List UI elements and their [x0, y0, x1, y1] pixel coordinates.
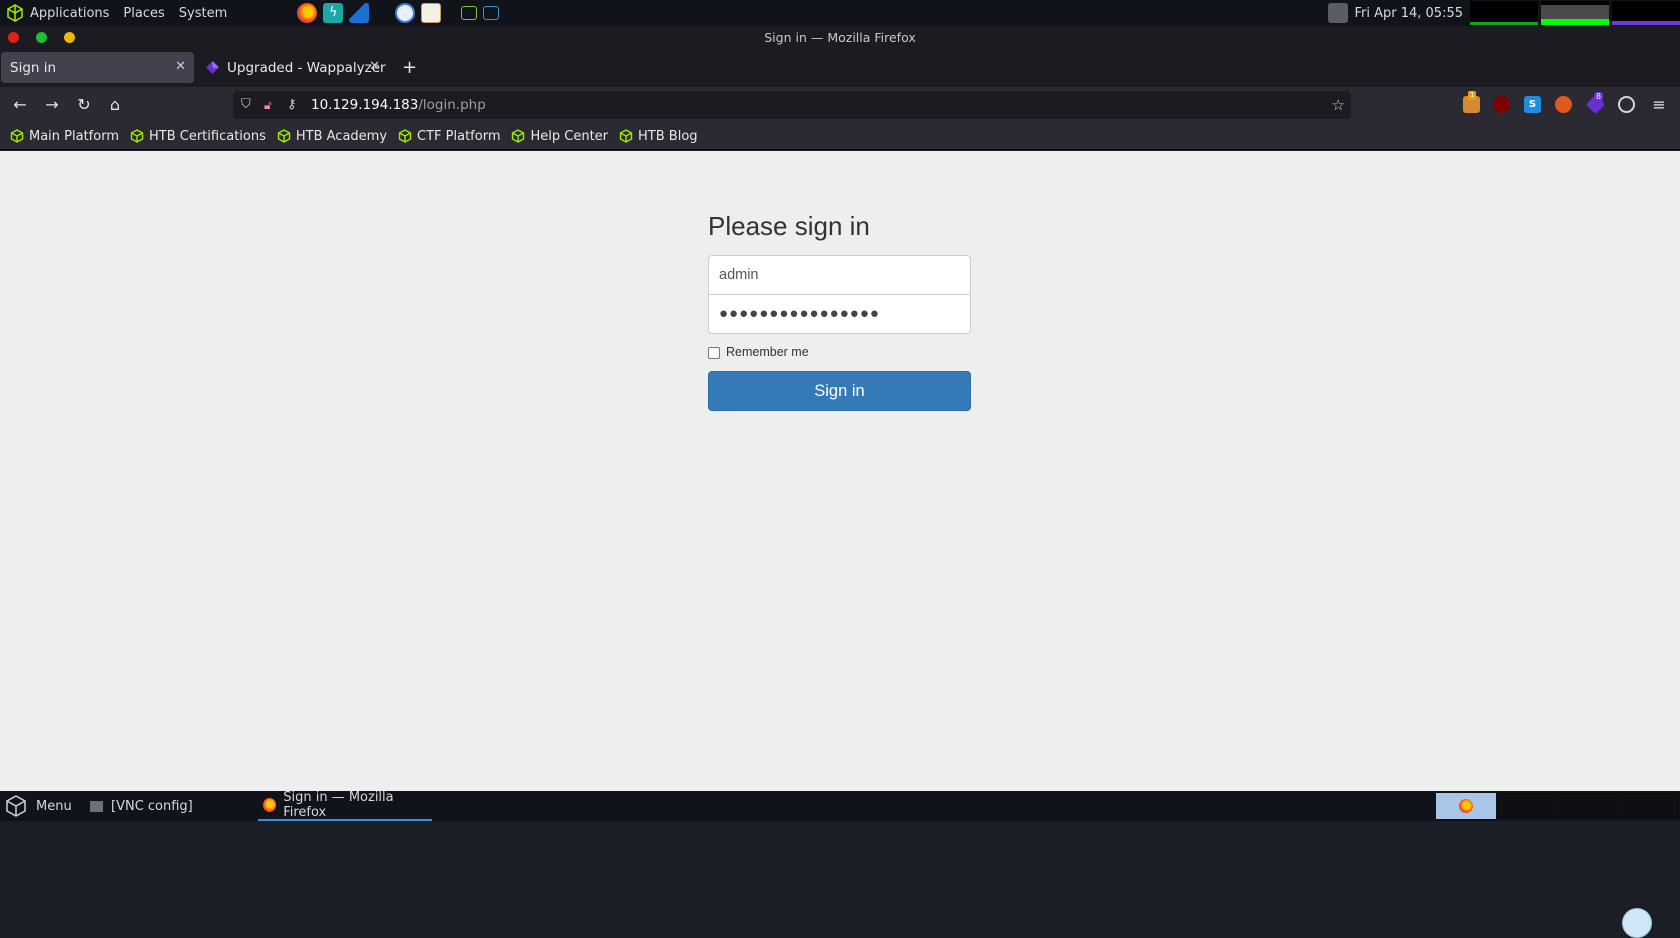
- url-host: 10.129.194.183: [311, 97, 419, 113]
- hackbar-extension-icon[interactable]: [1555, 96, 1572, 113]
- forward-button[interactable]: →: [40, 93, 64, 117]
- bookmark-label: HTB Academy: [295, 128, 388, 144]
- url-path: /login.php: [418, 97, 486, 113]
- powershell-terminal-icon[interactable]: [483, 6, 500, 20]
- workspace-2[interactable]: [1497, 793, 1557, 819]
- bookmark-label: Help Center: [530, 128, 609, 144]
- insecure-lock-icon[interactable]: 🔓︎: [264, 91, 272, 119]
- top-panel: Applications Places System ϟ Fri Apr 14,…: [0, 0, 1680, 26]
- cpu-graph: [1470, 1, 1538, 25]
- bookmark-ctf-platform[interactable]: CTF Platform: [398, 129, 500, 144]
- firefox-icon[interactable]: [297, 3, 318, 23]
- maximize-window-button[interactable]: [36, 32, 47, 43]
- task-firefox[interactable]: Sign in — Mozilla Firefox: [258, 790, 432, 821]
- wireshark-icon[interactable]: [349, 3, 370, 23]
- menu-button[interactable]: Menu: [4, 791, 72, 821]
- bottom-taskbar: Menu [VNC config] Sign in — Mozilla Fire…: [0, 790, 1680, 821]
- tab-bar: Sign in ✕ Upgraded - Wappalyzer ✕ +: [0, 49, 1680, 87]
- applications-cube-icon[interactable]: [6, 4, 24, 22]
- page-content: Please sign in admin ●●●●●●●●●●●●●●●● Re…: [0, 151, 1680, 938]
- bookmark-label: CTF Platform: [417, 128, 501, 144]
- new-tab-button[interactable]: +: [402, 57, 417, 78]
- network-graph: [1612, 1, 1680, 25]
- task-vnc-config[interactable]: [VNC config]: [90, 791, 193, 821]
- clipboard-icon[interactable]: [1622, 908, 1652, 938]
- htb-cube-icon: [10, 129, 24, 143]
- back-button[interactable]: ←: [8, 93, 32, 117]
- tab-label: Sign in: [10, 59, 57, 76]
- page-title: Please sign in: [708, 211, 870, 241]
- home-button[interactable]: ⌂: [103, 93, 127, 117]
- close-tab-icon[interactable]: ✕: [369, 59, 380, 74]
- burpsuite-icon[interactable]: ϟ: [323, 3, 344, 23]
- text-editor-icon[interactable]: [421, 3, 442, 23]
- menu-label: Menu: [36, 798, 72, 814]
- bookmark-help-center[interactable]: Help Center: [511, 129, 608, 144]
- network-icon[interactable]: [1328, 3, 1349, 23]
- menu-applications[interactable]: Applications: [30, 6, 109, 21]
- task-label: Sign in — Mozilla Firefox: [283, 790, 394, 820]
- workspace-3[interactable]: [1558, 793, 1618, 819]
- bookmark-label: HTB Certifications: [149, 128, 266, 144]
- bookmark-main-platform[interactable]: Main Platform: [10, 129, 119, 144]
- key-icon[interactable]: ⚷: [287, 91, 297, 119]
- window-titlebar: Sign in — Mozilla Firefox: [0, 26, 1680, 49]
- menu-cube-icon: [6, 795, 26, 817]
- reload-button[interactable]: ↻: [72, 93, 96, 117]
- remember-me-label[interactable]: Remember me: [726, 345, 809, 359]
- bookmarks-toolbar: Main Platform HTB Certifications HTB Aca…: [0, 123, 1680, 150]
- bookmark-label: Main Platform: [29, 128, 119, 144]
- tab-label: Upgraded - Wappalyzer: [227, 59, 386, 76]
- htb-cube-icon: [398, 129, 412, 143]
- s-extension-icon[interactable]: S: [1524, 96, 1541, 113]
- tracking-protection-shield-icon[interactable]: ⛉: [241, 91, 251, 119]
- bookmark-htb-academy[interactable]: HTB Academy: [277, 129, 387, 144]
- remember-me-checkbox[interactable]: [708, 347, 720, 359]
- signin-form: Please sign in admin ●●●●●●●●●●●●●●●● Re…: [708, 211, 971, 411]
- memory-graph: [1541, 1, 1609, 25]
- ublock-origin-icon[interactable]: [1493, 96, 1510, 113]
- htb-cube-icon: [512, 129, 525, 143]
- tab-sign-in[interactable]: Sign in ✕: [1, 52, 194, 83]
- workspace-1[interactable]: [1436, 793, 1496, 819]
- workspace-4[interactable]: [1619, 793, 1679, 819]
- htb-cube-icon: [619, 129, 633, 143]
- bookmark-htb-blog[interactable]: HTB Blog: [619, 129, 698, 144]
- bookmark-htb-certifications[interactable]: HTB Certifications: [130, 129, 266, 144]
- owasp-zap-icon[interactable]: [395, 3, 416, 23]
- url-bar[interactable]: ⛉ 🔓︎ ⚷ 10.129.194.183/login.php ☆: [233, 91, 1351, 119]
- bookmark-label: HTB Blog: [638, 128, 698, 144]
- wappalyzer-badge: 8: [1594, 92, 1604, 102]
- htb-cube-icon: [130, 129, 144, 143]
- close-tab-icon[interactable]: ✕: [175, 59, 186, 74]
- menu-system[interactable]: System: [179, 6, 227, 21]
- hamburger-menu-button[interactable]: ≡: [1647, 93, 1671, 117]
- password-input[interactable]: ●●●●●●●●●●●●●●●●: [708, 294, 971, 334]
- menu-places[interactable]: Places: [123, 6, 164, 21]
- foxyproxy-extension-icon[interactable]: 1: [1463, 91, 1480, 113]
- remember-me-row: Remember me: [708, 344, 971, 359]
- firefox-icon: [263, 798, 277, 812]
- task-label: [VNC config]: [111, 798, 193, 814]
- navigation-toolbar: ← → ↻ ⌂ ⛉ 🔓︎ ⚷ 10.129.194.183/login.php …: [0, 87, 1680, 123]
- extensions-puzzle-icon[interactable]: [1618, 96, 1635, 113]
- window-title: Sign in — Mozilla Firefox: [764, 30, 916, 45]
- close-window-button[interactable]: [8, 32, 19, 43]
- bookmark-star-icon[interactable]: ☆: [1332, 91, 1345, 119]
- minimize-window-button[interactable]: [64, 32, 75, 43]
- sign-in-button[interactable]: Sign in: [708, 371, 971, 411]
- wappalyzer-icon: [206, 61, 219, 74]
- clock[interactable]: Fri Apr 14, 05:55: [1354, 6, 1463, 21]
- terminal-icon[interactable]: [461, 6, 478, 20]
- window-icon: [90, 800, 103, 812]
- username-input[interactable]: admin: [708, 255, 971, 295]
- tab-wappalyzer[interactable]: Upgraded - Wappalyzer ✕: [198, 52, 388, 83]
- htb-cube-icon: [277, 129, 291, 143]
- firefox-icon: [1459, 799, 1473, 813]
